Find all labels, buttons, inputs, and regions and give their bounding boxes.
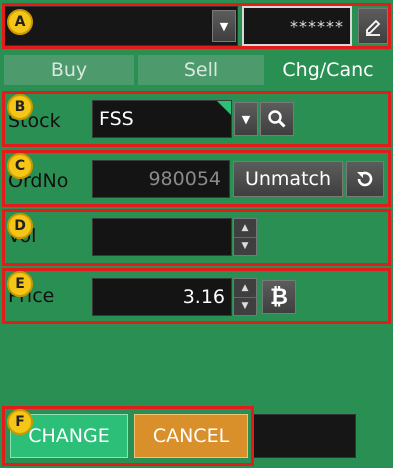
chevron-up-icon: ▲	[241, 282, 249, 293]
stock-dropdown-button[interactable]: ▼	[234, 102, 258, 136]
edit-button[interactable]	[358, 8, 388, 44]
badge-d: D	[7, 213, 33, 239]
tab-chg-canc[interactable]: Chg/Canc	[266, 55, 390, 85]
badge-e: E	[7, 271, 33, 297]
price-increment-button[interactable]: ▲	[234, 279, 256, 297]
stock-flag-icon	[217, 101, 231, 115]
tab-chg-canc-label: Chg/Canc	[282, 59, 374, 81]
price-value: 3.16	[182, 286, 225, 308]
price-stepper[interactable]: ▲ ▼	[233, 278, 257, 316]
stock-search-button[interactable]	[260, 102, 294, 136]
badge-f: F	[7, 409, 33, 435]
chevron-down-icon: ▼	[219, 19, 229, 33]
account-dropdown-button[interactable]: ▼	[212, 10, 236, 42]
stock-value: FSS	[99, 108, 134, 130]
chevron-down-icon: ▼	[241, 112, 251, 126]
chevron-down-icon: ▼	[241, 301, 249, 312]
search-icon	[268, 110, 286, 128]
ordno-value: 980054	[148, 168, 221, 190]
refresh-button[interactable]	[346, 161, 384, 197]
change-label: CHANGE	[28, 425, 110, 447]
action-status-field	[252, 414, 356, 458]
edit-icon	[366, 19, 381, 36]
vol-stepper[interactable]: ▲ ▼	[233, 218, 257, 256]
chevron-down-icon: ▼	[241, 241, 249, 252]
cancel-label: CANCEL	[152, 425, 230, 447]
password-field[interactable]: ******	[242, 6, 352, 46]
cancel-button[interactable]: CANCEL	[134, 414, 248, 458]
account-select[interactable]	[4, 6, 238, 46]
bitcoin-price-button[interactable]: ₿	[262, 280, 296, 314]
chevron-up-icon: ▲	[241, 222, 249, 233]
stock-input[interactable]: FSS	[92, 100, 232, 138]
badge-b: B	[7, 94, 33, 120]
tab-sell-label: Sell	[183, 59, 219, 81]
vol-decrement-button[interactable]: ▼	[234, 236, 256, 256]
price-input[interactable]: 3.16	[92, 278, 232, 316]
vol-input[interactable]	[92, 218, 232, 256]
refresh-icon	[357, 171, 373, 187]
unmatch-button[interactable]: Unmatch	[233, 161, 343, 197]
price-decrement-button[interactable]: ▼	[234, 296, 256, 316]
bitcoin-icon: ₿	[270, 285, 288, 310]
tab-sell[interactable]: Sell	[138, 55, 264, 85]
unmatch-label: Unmatch	[244, 168, 332, 190]
tab-buy[interactable]: Buy	[4, 55, 134, 85]
ordno-field: 980054	[92, 160, 230, 198]
badge-a: A	[7, 9, 33, 35]
tab-buy-label: Buy	[50, 59, 88, 81]
password-mask: ******	[290, 16, 344, 36]
badge-c: C	[7, 153, 33, 179]
vol-increment-button[interactable]: ▲	[234, 219, 256, 237]
